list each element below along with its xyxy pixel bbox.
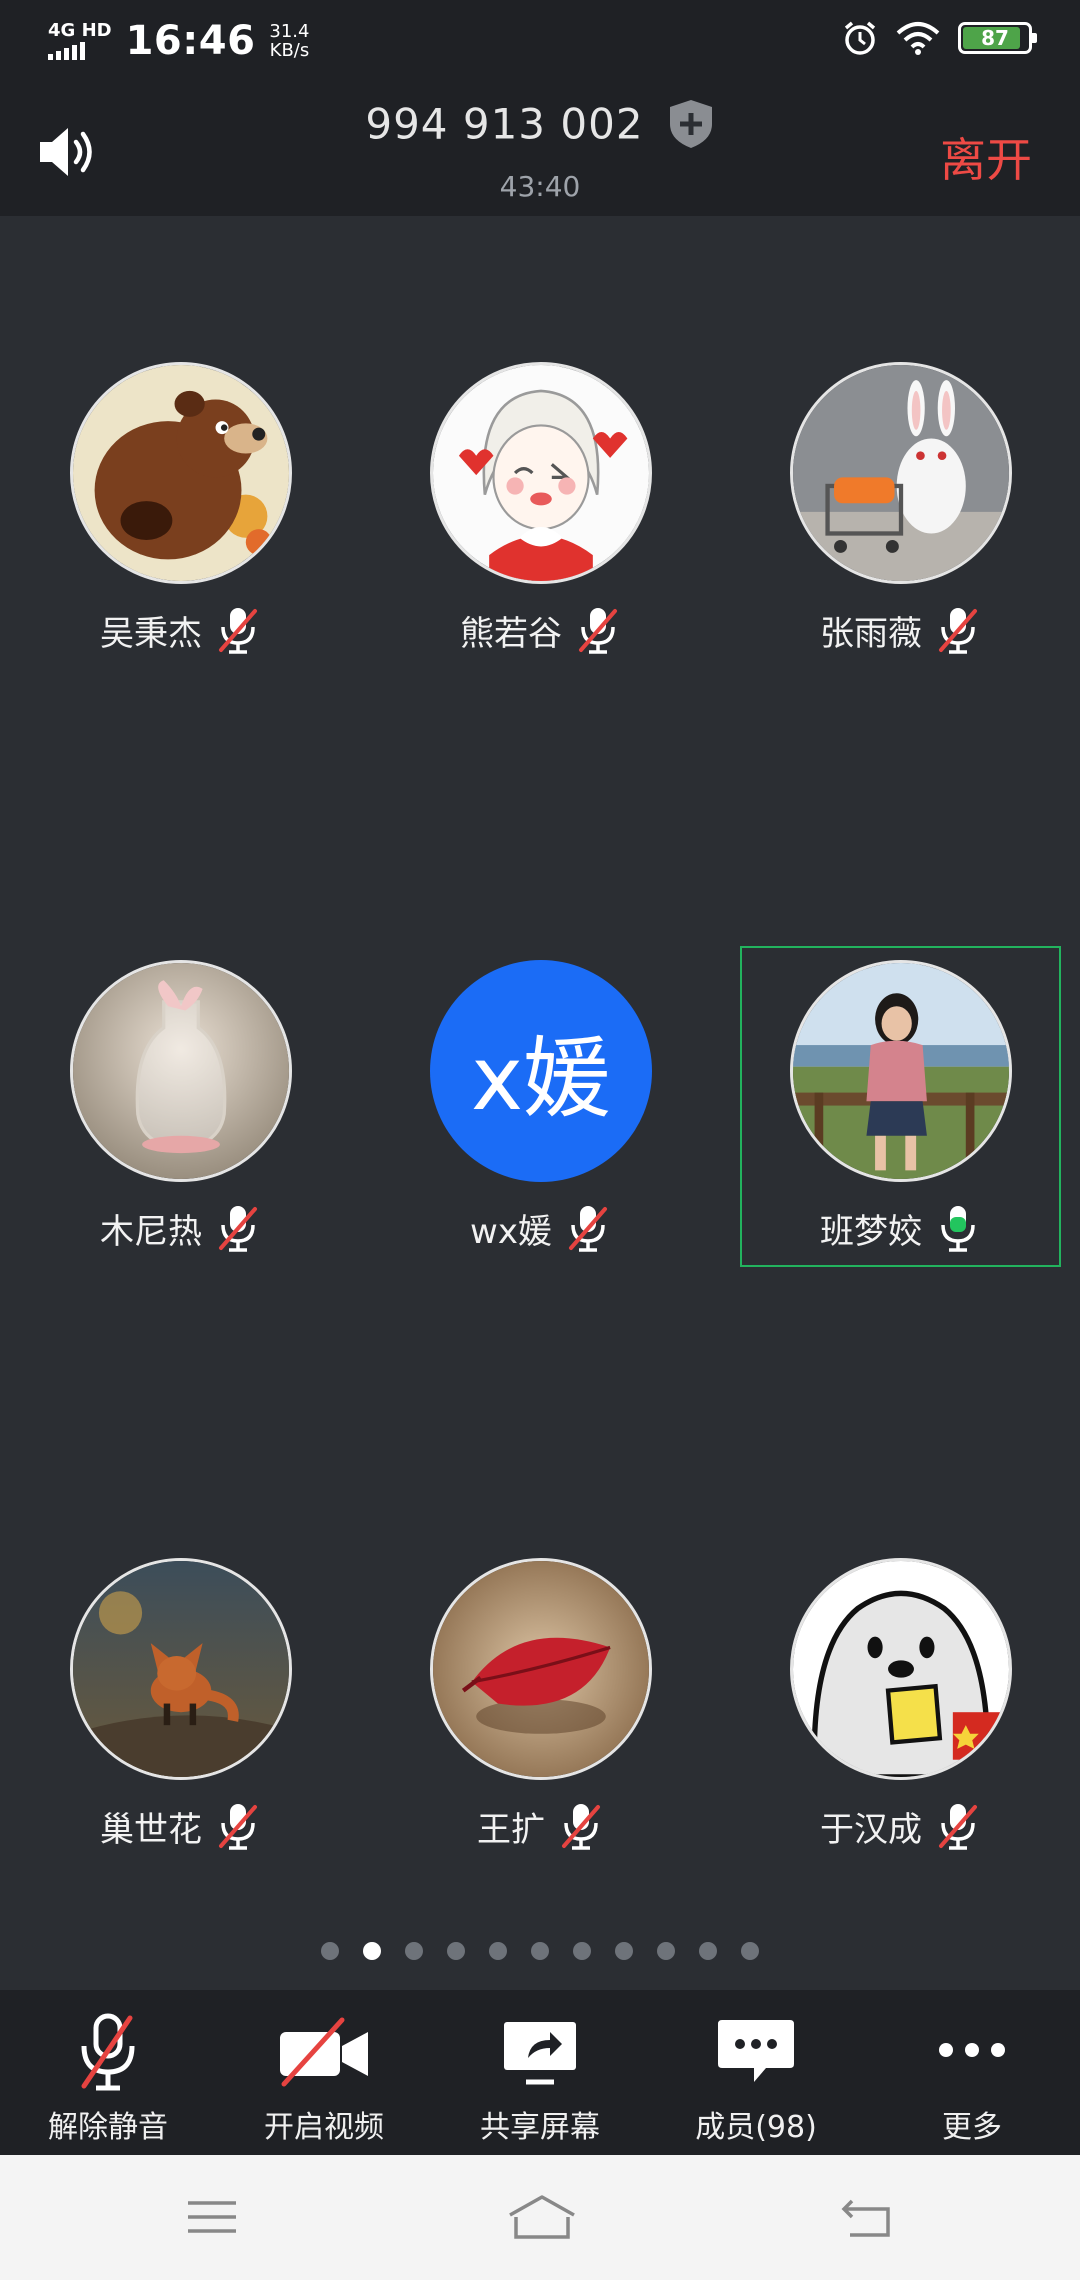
share-screen-icon — [504, 2022, 576, 2085]
meeting-header: 994 913 002 43:40 离开 — [0, 80, 1080, 216]
bottle-avatar-icon — [70, 960, 292, 1182]
page-dot[interactable] — [573, 1942, 591, 1960]
menu-icon[interactable] — [182, 2191, 242, 2243]
mic-muted-icon — [219, 1206, 257, 1252]
participant-tile[interactable]: 巢世花 — [0, 1558, 360, 1878]
participant-name: wx媛 — [470, 1211, 552, 1252]
more-dots-icon — [939, 2043, 1005, 2057]
page-dot[interactable] — [405, 1942, 423, 1960]
members-label: 成员(98) — [695, 2110, 817, 2145]
duck-meme-avatar-icon — [790, 1558, 1012, 1780]
speed-unit: KB/s — [269, 40, 310, 61]
page-dot[interactable] — [657, 1942, 675, 1960]
participant-name: 于汉成 — [820, 1809, 922, 1850]
system-nav-bar — [0, 2155, 1080, 2280]
mic-muted-icon — [219, 1804, 257, 1850]
page-dot[interactable] — [531, 1942, 549, 1960]
status-bar: 4G HD 16:46 31.4 KB/s 87 — [0, 0, 1080, 80]
meeting-id[interactable]: 994 913 002 — [365, 100, 643, 149]
fox-avatar-icon — [70, 1558, 292, 1780]
network-type: 4G HD — [48, 20, 112, 41]
participant-name: 张雨薇 — [820, 613, 922, 654]
mic-muted-icon — [939, 1804, 977, 1850]
page-dot-active[interactable] — [363, 1942, 381, 1960]
participant-name: 巢世花 — [100, 1809, 202, 1850]
meeting-screen: 4G HD 16:46 31.4 KB/s 87 994 913 002 43:… — [0, 0, 1080, 2280]
home-icon[interactable] — [506, 2191, 578, 2243]
participant-tile[interactable]: 熊若谷 — [360, 362, 720, 682]
meeting-duration: 43:40 — [499, 170, 581, 203]
alarm-icon — [844, 21, 876, 55]
participant-tile[interactable]: x媛 wx媛 — [360, 960, 720, 1280]
more-label: 更多 — [942, 2110, 1002, 2145]
battery-icon: 87 — [958, 22, 1037, 54]
participant-tile[interactable]: 张雨薇 — [720, 362, 1080, 682]
girl-cartoon-avatar-icon — [430, 362, 652, 584]
leaf-avatar-icon — [430, 1558, 652, 1780]
mic-muted-icon — [562, 1804, 600, 1850]
page-dot[interactable] — [615, 1942, 633, 1960]
members-button[interactable]: 成员(98) — [648, 1990, 864, 2155]
signal-icon — [48, 42, 112, 60]
signal-indicator: 4G HD — [48, 22, 112, 60]
start-video-button[interactable]: 开启视频 — [216, 1990, 432, 2155]
page-dot[interactable] — [699, 1942, 717, 1960]
speed-value: 31.4 — [269, 21, 310, 42]
mic-muted-icon — [579, 608, 617, 654]
mic-muted-icon — [568, 1206, 607, 1252]
participant-tile[interactable]: 于汉成 — [720, 1558, 1080, 1878]
page-dot[interactable] — [447, 1942, 465, 1960]
share-screen-button[interactable]: 共享屏幕 — [432, 1990, 648, 2155]
clock: 16:46 — [125, 18, 256, 64]
share-screen-label: 共享屏幕 — [480, 2110, 600, 2145]
text-avatar: x媛 — [430, 960, 652, 1182]
rabbit-avatar-icon — [790, 362, 1012, 584]
page-dot[interactable] — [741, 1942, 759, 1960]
participant-name: 熊若谷 — [460, 613, 562, 654]
unmute-button[interactable]: 解除静音 — [0, 1990, 216, 2155]
video-off-icon — [280, 2017, 368, 2087]
battery-level: 87 — [981, 26, 1009, 50]
members-chat-icon — [718, 2020, 794, 2082]
shield-icon[interactable] — [667, 98, 715, 150]
participant-tile[interactable]: 王扩 — [360, 1558, 720, 1878]
participant-tile[interactable]: 木尼热 — [0, 960, 360, 1280]
mic-muted-icon — [219, 608, 257, 654]
active-speaker-frame — [740, 946, 1061, 1267]
page-dot[interactable] — [489, 1942, 507, 1960]
unmute-label: 解除静音 — [48, 2110, 168, 2145]
page-indicator[interactable] — [0, 1942, 1080, 1960]
meeting-toolbar: 解除静音 开启视频 共享屏幕 成员(98) 更多 — [0, 1990, 1080, 2155]
meeting-info[interactable]: 994 913 002 — [0, 98, 1080, 150]
more-button[interactable]: 更多 — [864, 1990, 1080, 2155]
bear-avatar-icon — [70, 362, 292, 584]
network-speed: 31.4 KB/s — [269, 22, 309, 60]
participant-name: 王扩 — [477, 1809, 545, 1850]
participant-tile[interactable]: 吴秉杰 — [0, 362, 360, 682]
mic-muted-icon — [81, 2013, 135, 2091]
leave-button[interactable]: 离开 — [940, 124, 1032, 190]
start-video-label: 开启视频 — [264, 2110, 384, 2145]
participant-name: 吴秉杰 — [100, 613, 202, 654]
participant-name: 木尼热 — [100, 1211, 202, 1252]
page-dot[interactable] — [321, 1942, 339, 1960]
mic-muted-icon — [939, 608, 977, 654]
wifi-icon — [896, 22, 940, 55]
back-icon[interactable] — [838, 2191, 898, 2243]
